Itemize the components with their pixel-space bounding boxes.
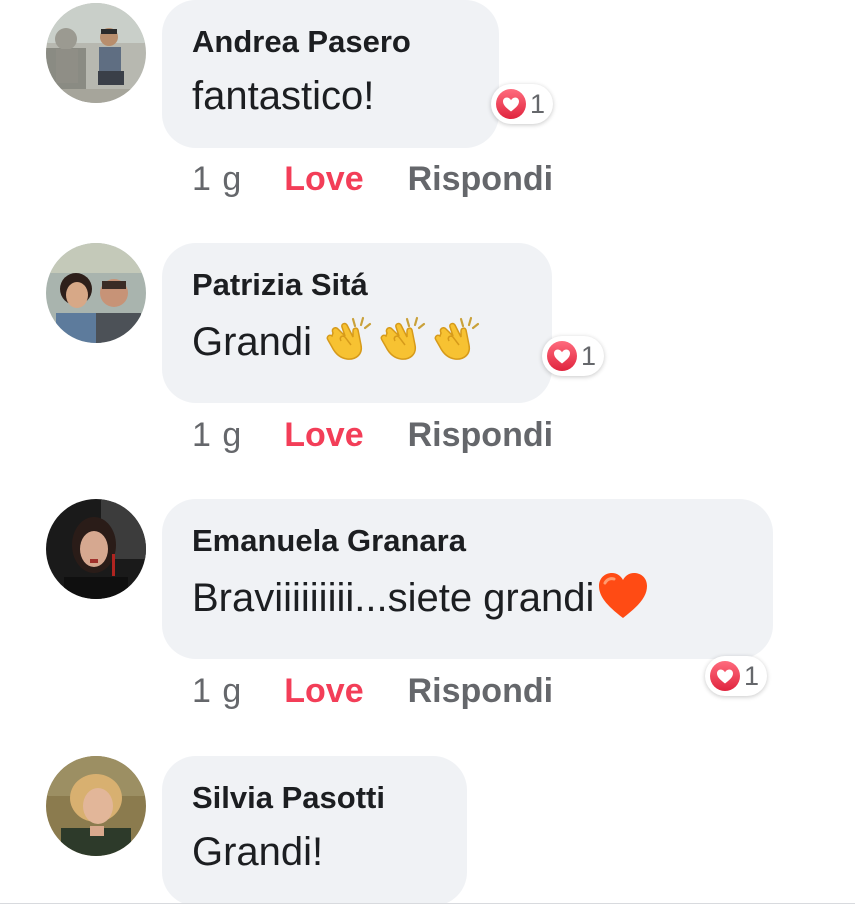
comment-actions: 1 g Love Rispondi bbox=[192, 160, 553, 199]
love-button[interactable]: Love bbox=[284, 160, 363, 199]
reply-button[interactable]: Rispondi bbox=[408, 160, 553, 199]
heart-reaction-icon bbox=[546, 340, 578, 372]
comment-text: Grandi! bbox=[192, 830, 324, 874]
avatar[interactable] bbox=[46, 3, 146, 103]
comment-bubble[interactable]: Silvia Pasotti Grandi! bbox=[162, 756, 467, 906]
avatar[interactable] bbox=[46, 243, 146, 343]
avatar[interactable] bbox=[46, 499, 146, 599]
comment-actions: 1 g Love Rispondi bbox=[192, 416, 553, 455]
reaction-badge[interactable]: 1 bbox=[491, 84, 554, 124]
love-button[interactable]: Love bbox=[284, 672, 363, 711]
reaction-badge[interactable]: 1 bbox=[705, 656, 768, 696]
comment-author[interactable]: Emanuela Granara bbox=[192, 523, 743, 559]
reaction-count: 1 bbox=[744, 660, 760, 691]
comment-bubble[interactable]: Patrizia Sitá Grandi bbox=[162, 243, 552, 403]
comment-timestamp[interactable]: 1 g bbox=[192, 160, 242, 199]
avatar[interactable] bbox=[46, 756, 146, 856]
reaction-count: 1 bbox=[581, 340, 597, 371]
comment-author[interactable]: Patrizia Sitá bbox=[192, 267, 522, 303]
clapping-hands-icon bbox=[431, 315, 485, 361]
comment-author[interactable]: Andrea Pasero bbox=[192, 24, 469, 60]
comment-text: fantastico! bbox=[192, 74, 375, 118]
comment-author[interactable]: Silvia Pasotti bbox=[192, 780, 437, 816]
comment-bubble[interactable]: Emanuela Granara Braviiiiiiiii...siete g… bbox=[162, 499, 773, 659]
clapping-hands-icon bbox=[377, 315, 431, 361]
reply-button[interactable]: Rispondi bbox=[408, 416, 553, 455]
comment-actions: 1 g Love Rispondi bbox=[192, 672, 553, 711]
comment-text: Braviiiiiiiii...siete grandi bbox=[192, 571, 743, 622]
heart-reaction-icon bbox=[495, 88, 527, 120]
love-button[interactable]: Love bbox=[284, 416, 363, 455]
reply-button[interactable]: Rispondi bbox=[408, 672, 553, 711]
orange-heart-icon bbox=[599, 573, 648, 618]
comment-bubble[interactable]: Andrea Pasero fantastico! bbox=[162, 0, 499, 148]
reaction-count: 1 bbox=[530, 88, 546, 119]
comment-text: Grandi bbox=[192, 315, 522, 366]
reaction-badge[interactable]: 1 bbox=[542, 336, 605, 376]
comment-timestamp[interactable]: 1 g bbox=[192, 416, 242, 455]
comment-timestamp[interactable]: 1 g bbox=[192, 672, 242, 711]
clapping-hands-icon bbox=[323, 315, 377, 361]
heart-reaction-icon bbox=[709, 660, 741, 692]
